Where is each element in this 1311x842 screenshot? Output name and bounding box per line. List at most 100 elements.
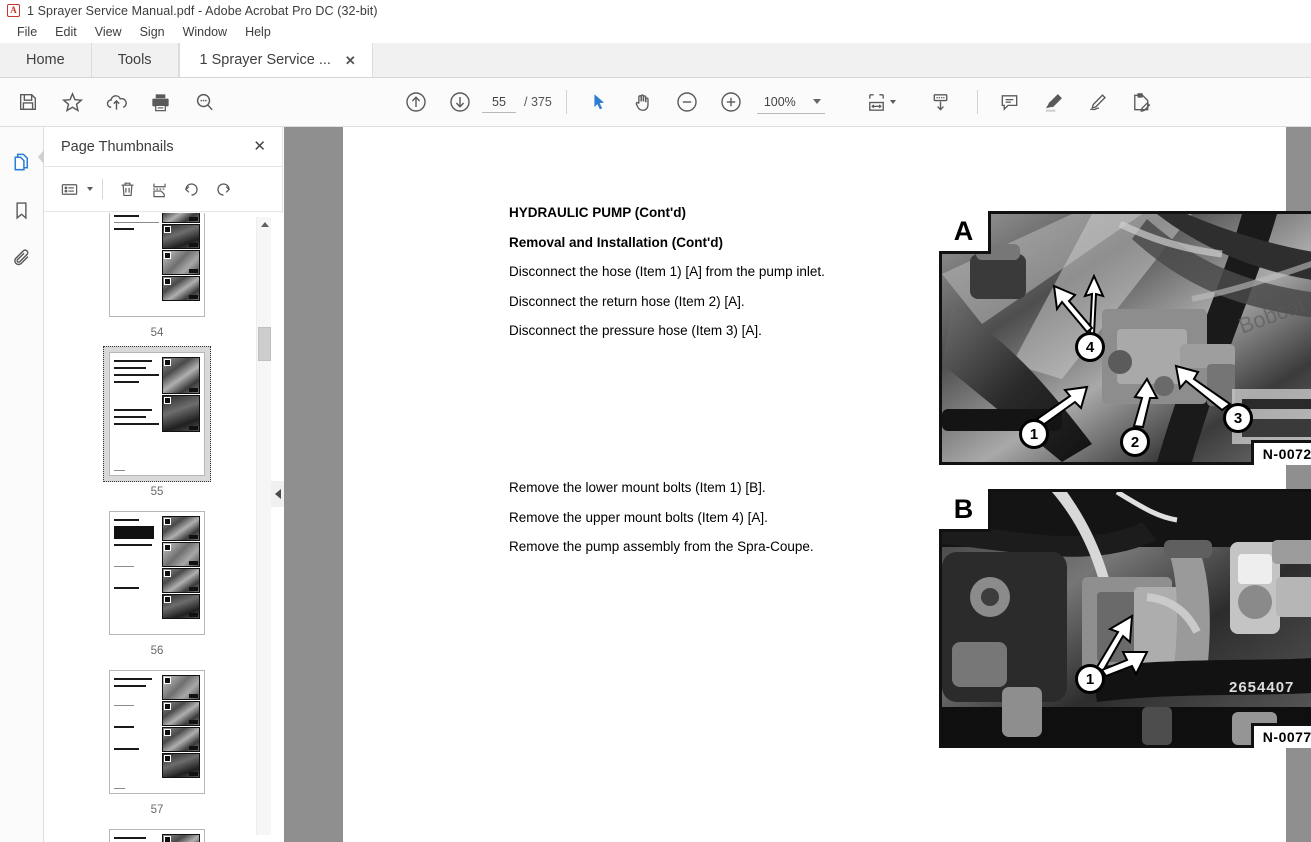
tab-document[interactable]: 1 Sprayer Service ... ✕ <box>178 43 373 77</box>
figure-b-id: N-00778 <box>1250 723 1311 748</box>
tab-home[interactable]: Home <box>0 43 92 77</box>
tab-document-label: 1 Sprayer Service ... <box>199 52 331 68</box>
list-item[interactable]: 58 <box>103 823 211 842</box>
thumbnail-page-57[interactable] <box>109 670 205 794</box>
figure-a-callout-2: 2 <box>1120 427 1150 457</box>
figure-b-photo <box>942 492 1311 745</box>
thumbnail-page-56[interactable] <box>109 511 205 635</box>
edit-pdf-icon[interactable] <box>1120 82 1164 122</box>
chevron-down-icon[interactable] <box>87 187 93 191</box>
document-heading-1: HYDRAULIC PUMP (Cont'd) <box>509 205 686 220</box>
pdf-page: HYDRAULIC PUMP (Cont'd) Removal and Inst… <box>343 127 1311 842</box>
menu-bar: File Edit View Sign Window Help <box>0 21 1311 43</box>
page-number-input[interactable] <box>482 91 516 113</box>
thumbnails-list: 54 55 56 57 <box>52 213 262 842</box>
window-title: 1 Sprayer Service Manual.pdf - Adobe Acr… <box>27 3 378 18</box>
thumbnails-toolbar-divider <box>102 179 103 199</box>
document-heading-2: Removal and Installation (Cont'd) <box>509 234 723 250</box>
navigation-rail <box>0 127 44 842</box>
toolbar-annotate-group <box>988 82 1164 122</box>
toolbar-nav-group: / 375 <box>394 82 552 122</box>
chevron-down-icon[interactable] <box>812 99 821 104</box>
save-icon[interactable] <box>6 82 50 122</box>
figure-a: Bobcat A 1 2 3 4 N-0072 <box>939 211 1311 465</box>
thumbnail-page-54[interactable] <box>109 213 205 317</box>
delete-pages-icon[interactable] <box>112 174 142 204</box>
figure-a-callout-3: 3 <box>1223 403 1253 433</box>
thumbnail-page-58[interactable] <box>109 829 205 842</box>
extract-pages-icon[interactable] <box>144 174 174 204</box>
acrobat-logo-icon: A <box>7 4 20 17</box>
comment-icon[interactable] <box>988 82 1032 122</box>
highlight-icon[interactable] <box>1032 82 1076 122</box>
star-icon[interactable] <box>50 82 94 122</box>
close-icon[interactable]: ✕ <box>345 54 356 67</box>
previous-page-icon[interactable] <box>394 82 438 122</box>
document-paragraph: Disconnect the return hose (Item 2) [A]. <box>509 293 745 309</box>
document-paragraph: Disconnect the pressure hose (Item 3) [A… <box>509 323 762 338</box>
document-paragraph: Remove the upper mount bolts (Item 4) [A… <box>509 509 768 525</box>
menu-help[interactable]: Help <box>236 23 280 41</box>
cloud-upload-icon[interactable] <box>94 82 138 122</box>
sign-icon[interactable] <box>1076 82 1120 122</box>
thumbnails-panel-header: Page Thumbnails ✕ <box>44 127 282 167</box>
document-text-block-1: HYDRAULIC PUMP (Cont'd) Removal and Inst… <box>509 206 929 354</box>
figure-b-callout-1: 1 <box>1075 664 1105 694</box>
print-icon[interactable] <box>138 82 182 122</box>
zoom-in-icon[interactable] <box>709 82 753 122</box>
hand-tool-icon[interactable] <box>621 82 665 122</box>
thumbnail-label: 54 <box>150 327 164 339</box>
rotate-cw-icon[interactable] <box>208 174 238 204</box>
tab-tools[interactable]: Tools <box>92 43 179 77</box>
rotate-ccw-icon[interactable] <box>176 174 206 204</box>
figure-a-letter: A <box>939 211 991 254</box>
page-thumbnails-icon[interactable] <box>6 146 44 178</box>
attachments-icon[interactable] <box>6 242 38 274</box>
menu-window[interactable]: Window <box>174 23 236 41</box>
select-tool-icon[interactable] <box>577 82 621 122</box>
figure-b: B 1 2654407 N-00778 <box>939 489 1311 748</box>
scroll-up-icon[interactable] <box>257 217 272 232</box>
thumbnail-label: 57 <box>150 804 164 816</box>
toolbar-divider-2 <box>976 90 978 114</box>
thumbnails-scrollbar[interactable] <box>256 217 271 835</box>
menu-file[interactable]: File <box>8 23 46 41</box>
chevron-down-icon[interactable] <box>890 100 897 104</box>
figure-b-part-number: 2654407 <box>1229 679 1295 696</box>
figure-a-id: N-00721 <box>1250 440 1311 465</box>
document-viewport[interactable]: HYDRAULIC PUMP (Cont'd) Removal and Inst… <box>284 127 1311 842</box>
scroll-mode-icon[interactable] <box>919 82 963 122</box>
figure-b-letter: B <box>939 489 991 532</box>
close-icon[interactable]: ✕ <box>253 139 266 154</box>
list-item[interactable]: 55 <box>103 346 211 498</box>
figure-a-photo: Bobcat <box>942 214 1311 462</box>
options-menu-icon[interactable] <box>54 174 84 204</box>
list-item[interactable]: 56 <box>103 505 211 657</box>
menu-sign[interactable]: Sign <box>131 23 174 41</box>
document-paragraph: Remove the pump assembly from the Spra-C… <box>509 539 814 554</box>
scrollbar-thumb[interactable] <box>258 327 271 361</box>
zoom-level-input[interactable] <box>756 90 803 113</box>
thumbnails-scroll-area[interactable]: 54 55 56 57 <box>44 213 283 842</box>
menu-edit[interactable]: Edit <box>46 23 86 41</box>
bookmarks-icon[interactable] <box>6 194 38 226</box>
menu-view[interactable]: View <box>86 23 131 41</box>
panel-collapse-handle[interactable] <box>271 481 284 507</box>
figure-a-callout-4: 4 <box>1075 332 1105 362</box>
zoom-out-icon[interactable] <box>665 82 709 122</box>
title-bar: A 1 Sprayer Service Manual.pdf - Adobe A… <box>0 0 1311 21</box>
thumbnails-toolbar <box>44 167 282 212</box>
tab-bar: Home Tools 1 Sprayer Service ... ✕ <box>0 43 1311 78</box>
next-page-icon[interactable] <box>438 82 482 122</box>
page-thumbnails-panel: Page Thumbnails ✕ 54 55 56 57 <box>44 127 283 842</box>
fit-page-width-icon[interactable] <box>859 82 903 122</box>
toolbar-left-group <box>6 82 226 122</box>
thumbnails-panel-title: Page Thumbnails <box>61 138 174 155</box>
list-item[interactable]: 54 <box>103 213 211 339</box>
toolbar-divider-1 <box>565 90 567 114</box>
document-paragraph: Disconnect the hose (Item 1) [A] from th… <box>509 264 825 279</box>
zoom-level-control[interactable] <box>756 90 825 114</box>
list-item[interactable]: 57 <box>103 664 211 816</box>
search-icon[interactable] <box>182 82 226 122</box>
thumbnail-page-55[interactable] <box>109 352 205 476</box>
